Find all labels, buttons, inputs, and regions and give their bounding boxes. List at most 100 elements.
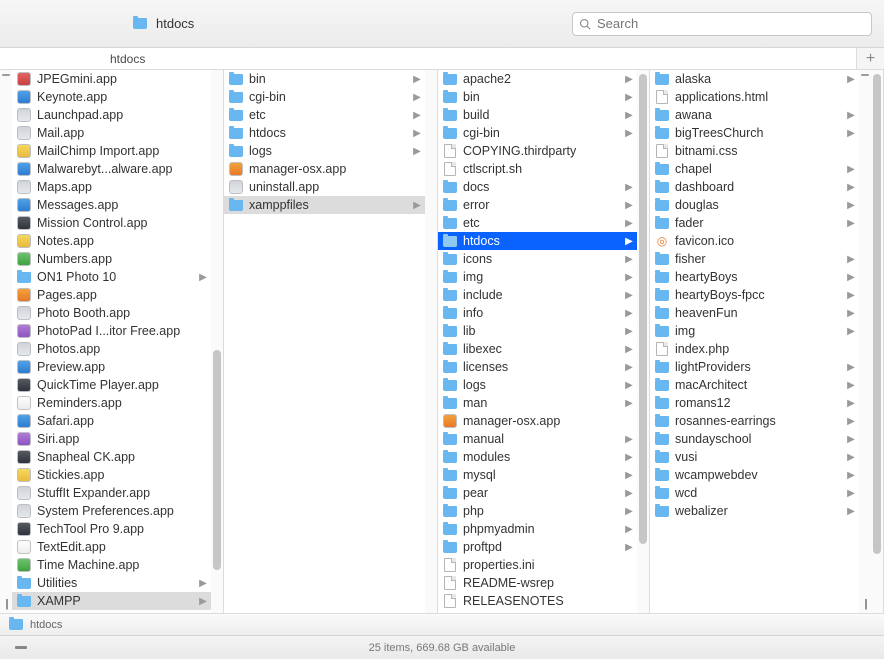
list-item[interactable]: rosannes-earrings▶	[650, 412, 859, 430]
list-item[interactable]: mysql▶	[438, 466, 637, 484]
list-item[interactable]: libexec▶	[438, 340, 637, 358]
scrollbar-col1[interactable]	[211, 70, 223, 613]
list-item[interactable]: ON1 Photo 10▶	[12, 268, 211, 286]
list-item[interactable]: index.php	[650, 340, 859, 358]
list-item[interactable]: bin▶	[438, 88, 637, 106]
list-item[interactable]: logs▶	[224, 142, 425, 160]
list-item[interactable]: heartyBoys▶	[650, 268, 859, 286]
scrollbar-col3[interactable]	[637, 70, 649, 613]
list-item[interactable]: Siri.app	[12, 430, 211, 448]
list-item[interactable]: logs▶	[438, 376, 637, 394]
list-item[interactable]: awana▶	[650, 106, 859, 124]
list-item[interactable]: htdocs▶	[438, 232, 637, 250]
resize-handle-icon[interactable]: ||	[5, 598, 7, 610]
list-item[interactable]: pear▶	[438, 484, 637, 502]
list-item[interactable]: bin▶	[224, 70, 425, 88]
list-item[interactable]: macArchitect▶	[650, 376, 859, 394]
scrollbar-col4[interactable]	[871, 70, 883, 613]
list-item[interactable]: ctlscript.sh	[438, 160, 637, 178]
list-item[interactable]: Messages.app	[12, 196, 211, 214]
list-item[interactable]: manager-osx.app	[438, 412, 637, 430]
list-item[interactable]: Photo Booth.app	[12, 304, 211, 322]
list-item[interactable]: lib▶	[438, 322, 637, 340]
list-item[interactable]: applications.html	[650, 88, 859, 106]
list-item[interactable]: properties.ini	[438, 556, 637, 574]
list-item[interactable]: bitnami.css	[650, 142, 859, 160]
list-item[interactable]: Mission Control.app	[12, 214, 211, 232]
list-item[interactable]: apache2▶	[438, 70, 637, 88]
path-bar[interactable]: htdocs	[0, 613, 884, 635]
list-item[interactable]: COPYING.thirdparty	[438, 142, 637, 160]
list-item[interactable]: Notes.app	[12, 232, 211, 250]
list-item[interactable]: ◎favicon.ico	[650, 232, 859, 250]
list-item[interactable]: fisher▶	[650, 250, 859, 268]
list-item[interactable]: Reminders.app	[12, 394, 211, 412]
list-item[interactable]: QuickTime Player.app	[12, 376, 211, 394]
list-item[interactable]: RELEASENOTES	[438, 592, 637, 610]
list-item[interactable]: img▶	[650, 322, 859, 340]
list-item[interactable]: TextEdit.app	[12, 538, 211, 556]
list-item[interactable]: wcd▶	[650, 484, 859, 502]
list-item[interactable]: uninstall.app	[224, 178, 425, 196]
list-item[interactable]: Snapheal CK.app	[12, 448, 211, 466]
list-item[interactable]: icons▶	[438, 250, 637, 268]
list-item[interactable]: etc▶	[438, 214, 637, 232]
list-item[interactable]: docs▶	[438, 178, 637, 196]
list-item[interactable]: Malwarebyt...alware.app	[12, 160, 211, 178]
list-item[interactable]: chapel▶	[650, 160, 859, 178]
list-item[interactable]: info▶	[438, 304, 637, 322]
list-item[interactable]: Launchpad.app	[12, 106, 211, 124]
list-item[interactable]: sundayschool▶	[650, 430, 859, 448]
list-item[interactable]: php▶	[438, 502, 637, 520]
list-item[interactable]: romans12▶	[650, 394, 859, 412]
scroll-gutter-right[interactable]: ||	[859, 70, 871, 613]
resize-handle-icon[interactable]: ||	[864, 598, 866, 610]
list-item[interactable]: Utilities▶	[12, 574, 211, 592]
list-item[interactable]: Preview.app	[12, 358, 211, 376]
list-item[interactable]: proftpd▶	[438, 538, 637, 556]
list-item[interactable]: heavenFun▶	[650, 304, 859, 322]
list-item[interactable]: heartyBoys-fpcc▶	[650, 286, 859, 304]
list-item[interactable]: Pages.app	[12, 286, 211, 304]
list-item[interactable]: licenses▶	[438, 358, 637, 376]
tab-htdocs[interactable]: htdocs	[110, 52, 145, 66]
list-item[interactable]: error▶	[438, 196, 637, 214]
list-item[interactable]: include▶	[438, 286, 637, 304]
list-item[interactable]: man▶	[438, 394, 637, 412]
list-item[interactable]: Mail.app	[12, 124, 211, 142]
list-item[interactable]: manager-osx.app	[224, 160, 425, 178]
list-item[interactable]: wcampwebdev▶	[650, 466, 859, 484]
list-item[interactable]: fader▶	[650, 214, 859, 232]
list-item[interactable]: Maps.app	[12, 178, 211, 196]
list-item[interactable]: webalizer▶	[650, 502, 859, 520]
list-item[interactable]: MailChimp Import.app	[12, 142, 211, 160]
list-item[interactable]: PhotoPad I...itor Free.app	[12, 322, 211, 340]
list-item[interactable]: StuffIt Expander.app	[12, 484, 211, 502]
search-field[interactable]	[572, 12, 872, 36]
list-item[interactable]: bigTreesChurch▶	[650, 124, 859, 142]
list-item[interactable]: Safari.app	[12, 412, 211, 430]
list-item[interactable]: Photos.app	[12, 340, 211, 358]
list-item[interactable]: XAMPP▶	[12, 592, 211, 610]
list-item[interactable]: douglas▶	[650, 196, 859, 214]
list-item[interactable]: htdocs▶	[224, 124, 425, 142]
list-item[interactable]: manual▶	[438, 430, 637, 448]
list-item[interactable]: dashboard▶	[650, 178, 859, 196]
add-tab-button[interactable]: +	[856, 48, 884, 70]
list-item[interactable]: cgi-bin▶	[224, 88, 425, 106]
list-item[interactable]: cgi-bin▶	[438, 124, 637, 142]
list-item[interactable]: alaska▶	[650, 70, 859, 88]
list-item[interactable]: JPEGmini.app	[12, 70, 211, 88]
list-item[interactable]: build▶	[438, 106, 637, 124]
list-item[interactable]: lightProviders▶	[650, 358, 859, 376]
list-item[interactable]: Stickies.app	[12, 466, 211, 484]
list-item[interactable]: README-wsrep	[438, 574, 637, 592]
scroll-gutter-left[interactable]: ||	[0, 70, 12, 613]
list-item[interactable]: xamppfiles▶	[224, 196, 425, 214]
search-input[interactable]	[597, 16, 865, 31]
list-item[interactable]: Keynote.app	[12, 88, 211, 106]
list-item[interactable]: img▶	[438, 268, 637, 286]
list-item[interactable]: phpmyadmin▶	[438, 520, 637, 538]
list-item[interactable]: TechTool Pro 9.app	[12, 520, 211, 538]
list-item[interactable]: System Preferences.app	[12, 502, 211, 520]
